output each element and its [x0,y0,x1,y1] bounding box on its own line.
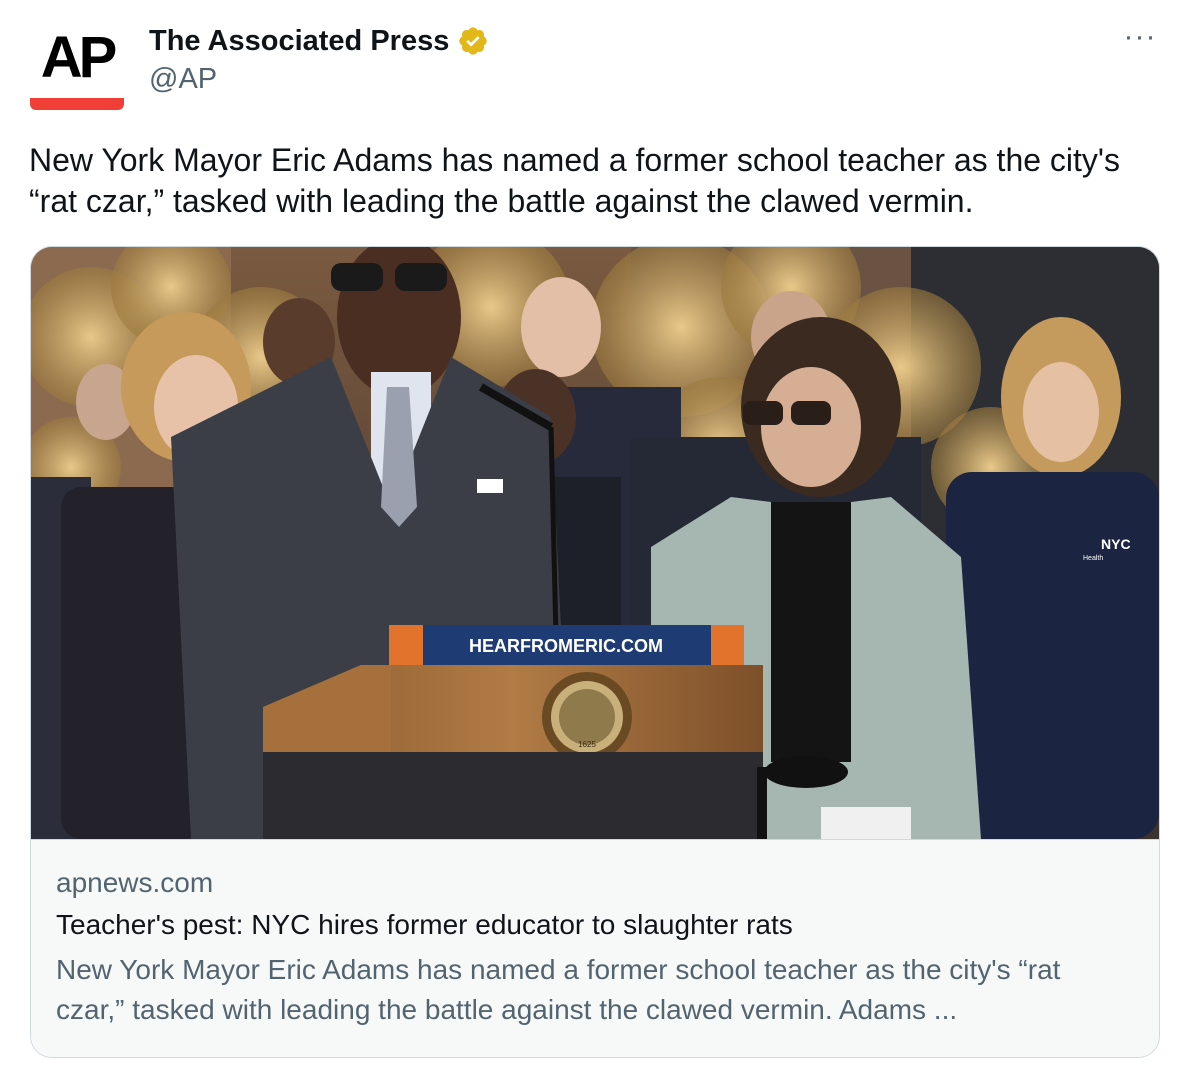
tweet-text: New York Mayor Eric Adams has named a fo… [29,142,1121,219]
author-name-row: The Associated Press [149,24,489,58]
more-options-icon: ··· [1123,20,1157,53]
more-options-button[interactable]: ··· [1120,22,1160,58]
author-display-name[interactable]: The Associated Press [149,24,449,58]
podium-sign-text: HEARFROMERIC.COM [469,636,663,656]
verified-badge-icon[interactable] [457,25,489,57]
link-preview-card[interactable]: NYC Health HEARFROMERIC.COM 1625 apnews.… [30,246,1160,1058]
link-preview-meta[interactable]: apnews.com Teacher's pest: NYC hires for… [31,839,1159,1057]
shirt-logo-sub: Health [1083,555,1103,562]
seal-year-text: 1625 [578,740,596,749]
link-title[interactable]: Teacher's pest: NYC hires former educato… [56,908,793,942]
author-avatar[interactable]: AP [28,14,126,110]
author-handle[interactable]: @AP [149,62,217,96]
shirt-nyc-logo: NYC [1101,536,1131,552]
ap-logo-text: AP [40,25,118,90]
link-description: New York Mayor Eric Adams has named a fo… [56,954,1061,1025]
link-domain: apnews.com [56,867,214,898]
tweet[interactable]: AP The Associated Press @AP ··· New York… [0,0,1188,1082]
ap-logo-red-bar [30,98,124,110]
article-photo: NYC Health HEARFROMERIC.COM 1625 [31,247,1159,839]
